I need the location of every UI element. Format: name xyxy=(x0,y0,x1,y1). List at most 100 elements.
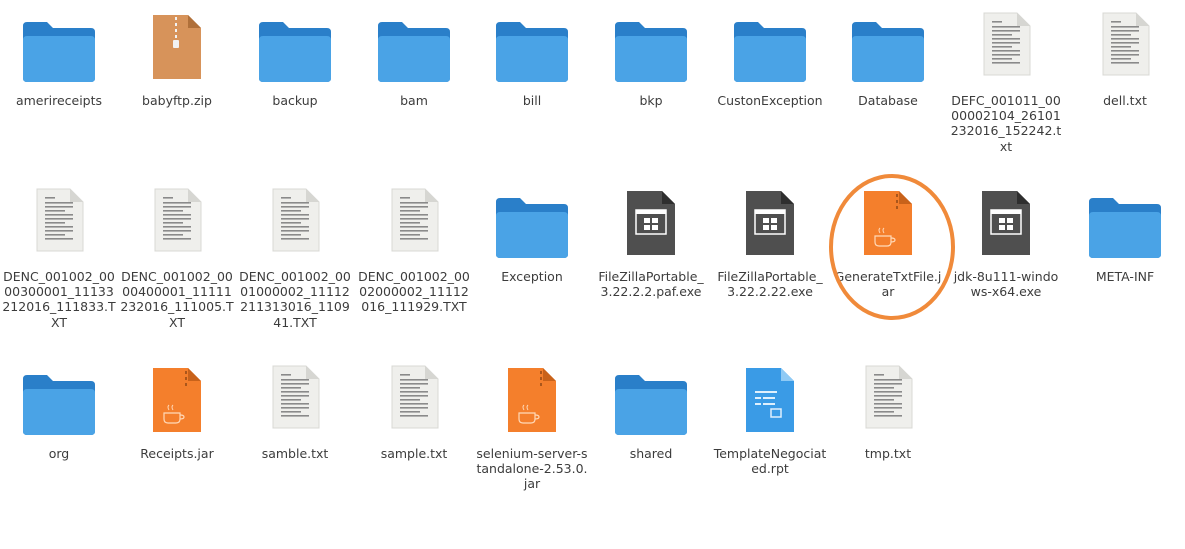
executable-icon xyxy=(746,191,794,255)
file-name-label: Database xyxy=(858,93,918,108)
file-name-label: DENC_001002_0001000002_11112211313016_11… xyxy=(239,269,351,330)
folder-icon xyxy=(615,22,687,82)
file-item[interactable]: Database xyxy=(829,16,947,176)
file-item[interactable]: bkp xyxy=(592,16,710,176)
file-item[interactable]: bill xyxy=(473,16,591,176)
folder-icon xyxy=(23,375,95,435)
file-name-label: bam xyxy=(400,93,428,108)
file-name-label: TemplateNegociated.rpt xyxy=(713,446,827,477)
file-name-label: DENC_001002_0000300001_11133212016_11183… xyxy=(2,269,116,330)
file-item[interactable]: org xyxy=(0,369,118,529)
file-item[interactable]: FileZillaPortable_3.22.2.2.paf.exe xyxy=(592,191,710,352)
file-name-label: Exception xyxy=(501,269,563,284)
file-item[interactable]: DENC_001002_0002000002_11112016_111929.T… xyxy=(355,188,473,352)
file-name-label: GenerateTxtFile.jar xyxy=(834,269,942,300)
file-icon xyxy=(355,365,473,437)
file-item[interactable]: Receipts.jar xyxy=(118,368,236,529)
file-item[interactable]: Exception xyxy=(473,192,591,352)
file-item[interactable]: GenerateTxtFile.jar xyxy=(829,191,947,352)
text-document-icon xyxy=(391,365,439,429)
file-icon xyxy=(473,16,591,84)
file-icon xyxy=(0,369,118,437)
text-document-icon xyxy=(272,188,320,252)
zip-archive-icon xyxy=(153,15,201,79)
file-name-label: sample.txt xyxy=(380,446,448,461)
file-name-label: DENC_001002_0000400001_11111232016_11100… xyxy=(120,269,234,330)
folder-icon xyxy=(378,22,450,82)
file-item[interactable]: META-INF xyxy=(1066,192,1184,352)
file-item[interactable]: jdk-8u111-windows-x64.exe xyxy=(947,191,1065,352)
file-name-label: DEFC_001011_0000002104_26101232016_15224… xyxy=(950,93,1062,154)
file-name-label: shared xyxy=(629,446,673,461)
file-icon xyxy=(473,368,591,437)
file-item[interactable]: DENC_001002_0000400001_11111232016_11100… xyxy=(118,188,236,352)
text-document-icon xyxy=(1102,12,1150,76)
file-icon xyxy=(592,191,710,260)
file-icon xyxy=(355,16,473,84)
file-name-label: FileZillaPortable_3.22.2.22.exe xyxy=(717,269,823,300)
file-icon xyxy=(947,191,1065,260)
folder-icon xyxy=(1089,198,1161,258)
file-icon xyxy=(118,188,236,260)
folder-icon xyxy=(496,22,568,82)
file-icon xyxy=(947,12,1065,84)
text-document-icon xyxy=(154,188,202,252)
executable-icon xyxy=(627,191,675,255)
file-icon xyxy=(592,369,710,437)
folder-icon xyxy=(23,22,95,82)
file-icon xyxy=(829,16,947,84)
file-item[interactable]: DENC_001002_0001000002_11112211313016_11… xyxy=(236,188,354,352)
file-item[interactable]: tmp.txt xyxy=(829,365,947,529)
text-document-icon xyxy=(36,188,84,252)
file-item[interactable]: FileZillaPortable_3.22.2.22.exe xyxy=(711,191,829,352)
file-icon xyxy=(236,188,354,260)
report-document-icon xyxy=(746,368,794,432)
file-name-label: bkp xyxy=(639,93,663,108)
file-icon xyxy=(0,16,118,84)
file-item[interactable]: DEFC_001011_0000002104_26101232016_15224… xyxy=(947,12,1065,176)
file-item[interactable]: dell.txt xyxy=(1066,12,1184,176)
file-name-label: bill xyxy=(522,93,542,108)
folder-icon xyxy=(852,22,924,82)
file-icon xyxy=(0,188,118,260)
file-icon xyxy=(118,15,236,84)
file-name-label: samble.txt xyxy=(261,446,329,461)
file-name-label: jdk-8u111-windows-x64.exe xyxy=(953,269,1059,300)
file-icon xyxy=(236,365,354,437)
file-item[interactable]: samble.txt xyxy=(236,365,354,529)
file-name-label: CustonException xyxy=(717,93,823,108)
text-document-icon xyxy=(865,365,913,429)
file-item[interactable]: bam xyxy=(355,16,473,176)
file-name-label: META-INF xyxy=(1095,269,1155,284)
file-item[interactable]: DENC_001002_0000300001_11133212016_11183… xyxy=(0,188,118,352)
file-name-label: selenium-server-standalone-2.53.0.jar xyxy=(476,446,588,492)
file-item[interactable]: shared xyxy=(592,369,710,529)
file-item[interactable]: backup xyxy=(236,16,354,176)
file-icon xyxy=(1066,192,1184,260)
text-document-icon xyxy=(983,12,1031,76)
file-item[interactable]: sample.txt xyxy=(355,365,473,529)
file-icon xyxy=(236,16,354,84)
java-archive-icon xyxy=(864,191,912,255)
text-document-icon xyxy=(272,365,320,429)
java-archive-icon xyxy=(508,368,556,432)
java-archive-icon xyxy=(153,368,201,432)
file-icon xyxy=(118,368,236,437)
file-item[interactable]: babyftp.zip xyxy=(118,15,236,176)
file-name-label: org xyxy=(48,446,70,461)
file-name-label: dell.txt xyxy=(1103,93,1147,108)
file-icon-grid: amerireceipts babyftp.zip backup bam bil… xyxy=(0,0,1185,549)
folder-icon xyxy=(734,22,806,82)
file-name-label: babyftp.zip xyxy=(142,93,212,108)
file-item[interactable]: TemplateNegociated.rpt xyxy=(711,368,829,529)
file-icon xyxy=(711,368,829,437)
file-item[interactable]: amerireceipts xyxy=(0,16,118,176)
folder-icon xyxy=(615,375,687,435)
file-item[interactable]: selenium-server-standalone-2.53.0.jar xyxy=(473,368,591,529)
file-item[interactable]: CustonException xyxy=(711,16,829,176)
folder-icon xyxy=(496,198,568,258)
file-name-label: tmp.txt xyxy=(864,446,912,461)
file-icon xyxy=(711,191,829,260)
file-name-label: backup xyxy=(272,93,318,108)
file-name-label: DENC_001002_0002000002_11112016_111929.T… xyxy=(358,269,470,315)
